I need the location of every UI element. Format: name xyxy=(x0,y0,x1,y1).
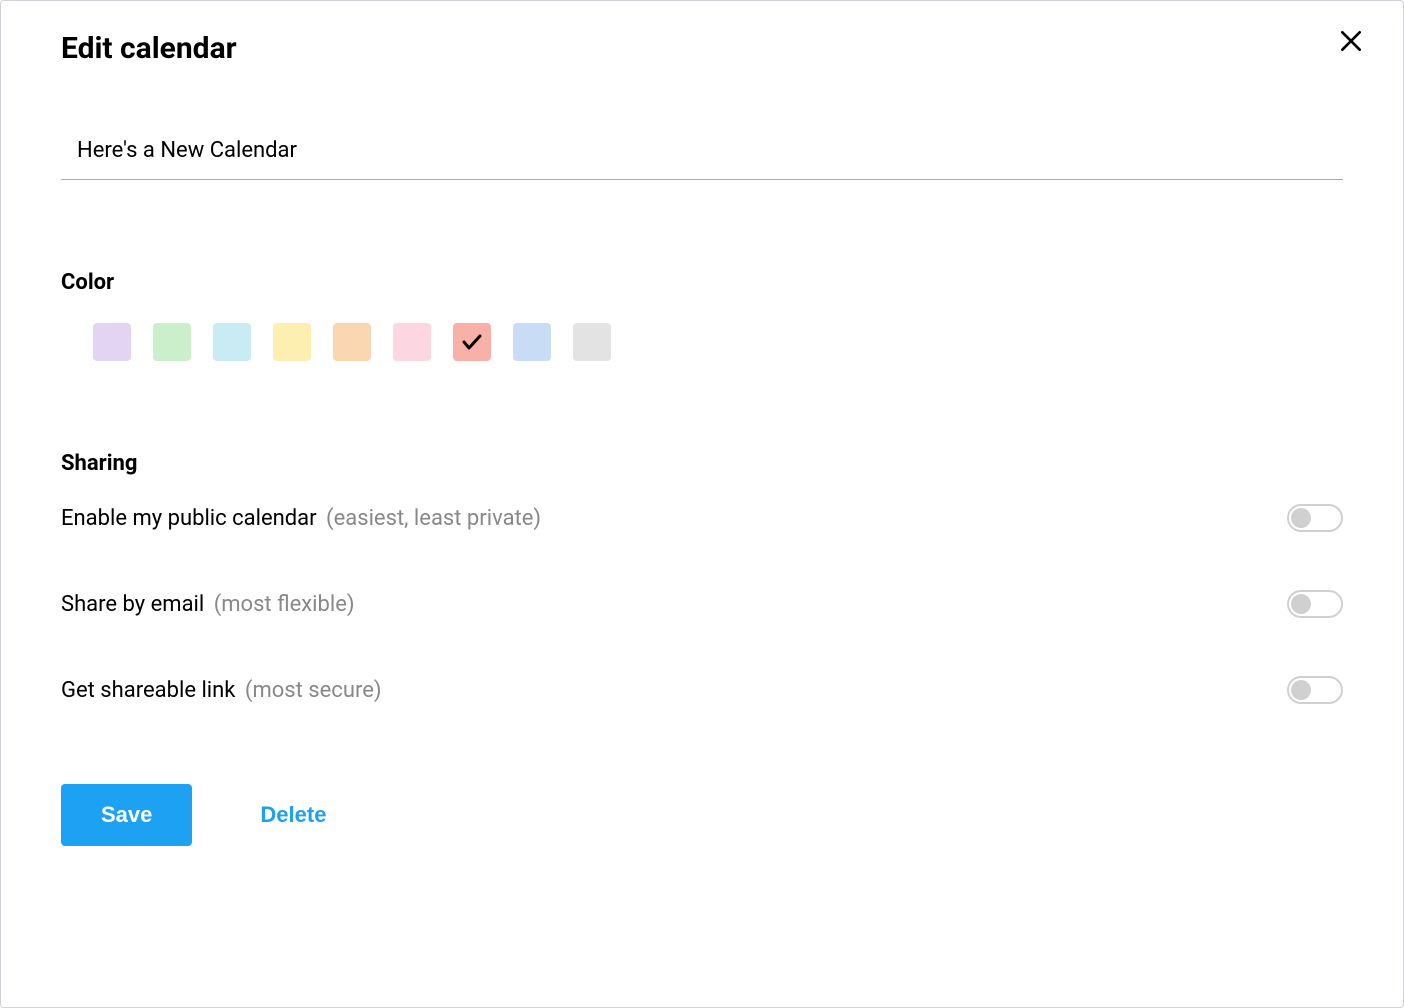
sharing-row-shareable-link: Get shareable link (most secure) xyxy=(61,676,1343,704)
toggle-knob xyxy=(1291,594,1311,614)
color-section-label: Color xyxy=(61,270,1343,295)
color-swatch-1[interactable] xyxy=(153,323,191,361)
toggle-knob xyxy=(1291,680,1311,700)
sharing-label-text: Get shareable link xyxy=(61,678,235,703)
toggle-public-calendar[interactable] xyxy=(1287,504,1343,532)
calendar-name-input[interactable] xyxy=(61,130,1343,180)
sharing-section: Enable my public calendar (easiest, leas… xyxy=(61,504,1343,704)
save-button[interactable]: Save xyxy=(61,784,192,846)
edit-calendar-modal: Edit calendar Color Sharing Enable my pu… xyxy=(0,0,1404,1008)
sharing-label: Enable my public calendar (easiest, leas… xyxy=(61,506,541,531)
toggle-share-by-email[interactable] xyxy=(1287,590,1343,618)
sharing-label: Get shareable link (most secure) xyxy=(61,678,382,703)
sharing-label-text: Share by email xyxy=(61,592,204,617)
delete-button[interactable]: Delete xyxy=(260,802,326,828)
color-swatch-6[interactable] xyxy=(453,323,491,361)
sharing-row-public-calendar: Enable my public calendar (easiest, leas… xyxy=(61,504,1343,532)
color-swatch-4[interactable] xyxy=(333,323,371,361)
color-swatch-0[interactable] xyxy=(93,323,131,361)
modal-title: Edit calendar xyxy=(61,31,1343,66)
sharing-hint-text: (most secure) xyxy=(239,678,381,703)
sharing-hint-text: (easiest, least private) xyxy=(321,506,541,531)
color-swatch-row xyxy=(93,323,1343,361)
color-swatch-5[interactable] xyxy=(393,323,431,361)
color-swatch-7[interactable] xyxy=(513,323,551,361)
sharing-label: Share by email (most flexible) xyxy=(61,592,355,617)
toggle-shareable-link[interactable] xyxy=(1287,676,1343,704)
button-row: Save Delete xyxy=(61,784,1343,846)
sharing-section-label: Sharing xyxy=(61,451,1343,476)
sharing-label-text: Enable my public calendar xyxy=(61,506,317,531)
color-swatch-3[interactable] xyxy=(273,323,311,361)
toggle-knob xyxy=(1291,508,1311,528)
color-swatch-8[interactable] xyxy=(573,323,611,361)
color-swatch-2[interactable] xyxy=(213,323,251,361)
sharing-hint-text: (most flexible) xyxy=(208,592,354,617)
sharing-row-share-by-email: Share by email (most flexible) xyxy=(61,590,1343,618)
close-icon xyxy=(1338,28,1364,54)
close-button[interactable] xyxy=(1335,25,1367,57)
check-icon xyxy=(460,330,484,354)
